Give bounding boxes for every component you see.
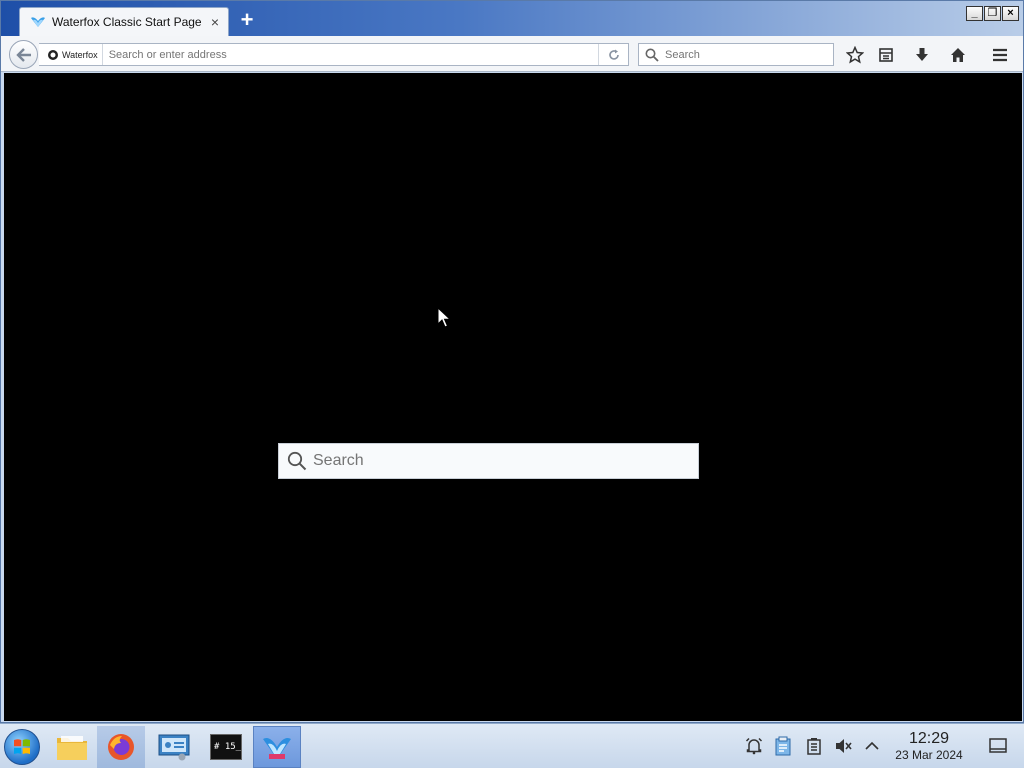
tab-title: Waterfox Classic Start Page xyxy=(52,15,202,29)
clock-date: 23 Mar 2024 xyxy=(895,748,963,762)
tray-clipboard[interactable] xyxy=(773,736,793,756)
search-icon xyxy=(287,451,307,471)
waterfox-favicon-icon xyxy=(30,15,46,29)
home-icon xyxy=(951,48,965,62)
tab-waterfox-start[interactable]: Waterfox Classic Start Page × xyxy=(19,7,229,36)
reload-icon xyxy=(608,49,619,60)
nav-bar: Waterfox xyxy=(1,36,1023,72)
file-manager-icon xyxy=(57,736,87,760)
identity-box[interactable]: Waterfox xyxy=(39,44,103,65)
url-bar[interactable]: Waterfox xyxy=(39,43,629,66)
minimize-button[interactable]: _ xyxy=(966,6,983,21)
bookmark-star-button[interactable] xyxy=(844,44,866,66)
new-tab-button[interactable]: + xyxy=(235,9,259,33)
notifications-button[interactable] xyxy=(988,736,1008,756)
reading-list-icon xyxy=(879,48,893,62)
waterfox-logo-icon xyxy=(48,49,58,60)
search-bar[interactable] xyxy=(638,43,834,66)
reload-button[interactable] xyxy=(598,44,628,65)
system-settings-icon xyxy=(158,734,190,761)
tray-expand[interactable] xyxy=(862,736,882,756)
volume-muted-icon xyxy=(836,739,852,753)
system-clock[interactable]: 12:29 23 Mar 2024 xyxy=(884,730,974,763)
window-controls: _ ❐ × xyxy=(966,6,1019,22)
back-arrow-icon xyxy=(15,47,31,62)
browser-window: Waterfox Classic Start Page × + _ ❐ × Wa… xyxy=(0,0,1024,723)
page-content xyxy=(4,73,1022,721)
taskbar-terminal[interactable]: # 15_ xyxy=(202,726,250,768)
tray-alarm[interactable] xyxy=(744,736,764,756)
hamburger-menu-icon xyxy=(993,48,1007,62)
downloads-button[interactable] xyxy=(911,44,933,66)
clipboard-icon xyxy=(775,736,791,756)
restore-button[interactable]: ❐ xyxy=(984,6,1001,21)
terminal-label: # 15_ xyxy=(214,742,242,752)
close-window-button[interactable]: × xyxy=(1002,6,1019,21)
firefox-icon xyxy=(108,734,134,760)
notifications-icon xyxy=(989,738,1007,753)
tab-close-icon[interactable]: × xyxy=(208,15,222,29)
taskbar-firefox[interactable] xyxy=(97,726,145,768)
home-button[interactable] xyxy=(947,44,969,66)
download-icon xyxy=(916,48,928,61)
taskbar-waterfox[interactable] xyxy=(253,726,301,768)
terminal-icon: # 15_ xyxy=(210,734,242,760)
alarm-icon xyxy=(745,737,763,755)
title-bar: Waterfox Classic Start Page × + _ ❐ × xyxy=(1,1,1023,36)
start-button[interactable] xyxy=(4,729,40,765)
windows-start-icon xyxy=(14,739,30,754)
start-page-search-input[interactable] xyxy=(307,444,698,478)
search-input[interactable] xyxy=(659,48,833,61)
clock-time: 12:29 xyxy=(908,730,950,747)
taskbar-file-manager[interactable] xyxy=(48,726,96,768)
start-page-search-box[interactable] xyxy=(278,443,699,479)
reading-list-button[interactable] xyxy=(875,44,897,66)
back-button[interactable] xyxy=(9,40,38,69)
waterfox-icon xyxy=(263,738,291,759)
identity-label: Waterfox xyxy=(62,49,98,60)
taskbar-system-settings[interactable] xyxy=(150,726,198,768)
battery-icon xyxy=(807,738,821,755)
url-input[interactable] xyxy=(102,44,598,65)
tray-battery[interactable] xyxy=(804,736,824,756)
menu-button[interactable] xyxy=(989,44,1011,66)
star-icon xyxy=(846,46,864,64)
taskbar: # 15_ 12:29 23 Mar 2024 xyxy=(0,723,1024,768)
mouse-cursor-icon xyxy=(437,307,451,328)
chevron-up-icon xyxy=(865,741,879,750)
search-icon xyxy=(645,48,659,62)
tray-volume[interactable] xyxy=(834,736,854,756)
